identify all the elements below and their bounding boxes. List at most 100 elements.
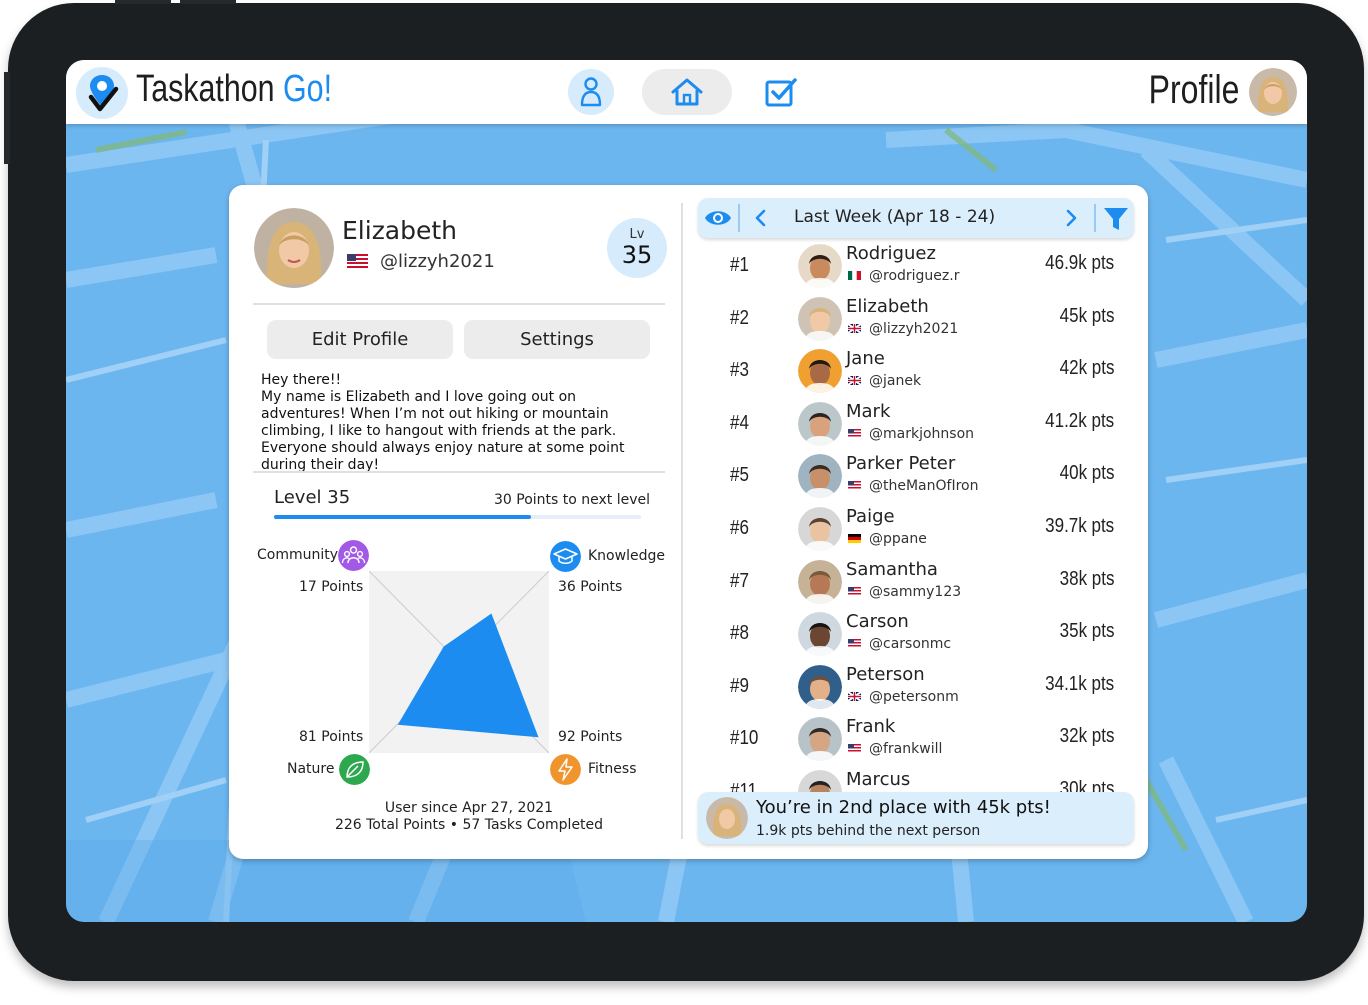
rank-status-text: You’re in 2nd place with 45k pts! — [756, 797, 1051, 818]
uk-flag-icon — [848, 691, 861, 701]
leaderboard-row[interactable]: #9 Peterson @petersonm 34.1k pts — [698, 661, 1134, 713]
leader-name: Parker Peter — [846, 453, 956, 475]
eye-icon[interactable] — [704, 208, 732, 228]
profile-card: Elizabeth @lizzyh2021 Lv 35 Edit Profile… — [229, 185, 1148, 859]
leaderboard-period: Last Week (Apr 18 - 24) — [794, 207, 996, 227]
leader-avatar — [798, 296, 842, 341]
leader-name: Samantha — [846, 558, 938, 580]
level-badge-value: 35 — [621, 241, 653, 269]
us-flag-icon — [848, 428, 861, 438]
leaderboard-header: Last Week (Apr 18 - 24) — [698, 198, 1134, 238]
leaderboard-row[interactable]: #8 Carson @carsonmc 35k pts — [698, 608, 1134, 660]
leader-handle: @janek — [869, 373, 922, 390]
leaderboard-row[interactable]: #6 Paige @ppane 39.7k pts — [698, 503, 1134, 555]
filter-icon[interactable] — [1102, 205, 1130, 233]
user-avatar[interactable] — [1249, 68, 1297, 116]
rank-number: #4 — [730, 411, 749, 434]
rank-number: #5 — [730, 464, 749, 487]
leader-points: 34.1k pts — [1045, 672, 1114, 695]
tablet-button — [115, 0, 171, 4]
leader-points: 42k pts — [1059, 357, 1114, 380]
leader-name: Paige — [846, 506, 895, 527]
top-navigation-bar: Taskathon Go! Profile — [66, 60, 1307, 124]
tablet-side-button — [4, 72, 10, 164]
settings-button[interactable]: Settings — [464, 320, 650, 359]
uk-flag-icon — [848, 376, 861, 386]
leaderboard-row[interactable]: #5 Parker Peter @theManOfIron 40k pts — [698, 450, 1134, 502]
leader-name: Elizabeth — [846, 295, 929, 317]
leader-handle: @frankwill — [869, 741, 943, 758]
us-flag-icon — [848, 586, 861, 596]
level-title: Level 35 — [274, 487, 351, 508]
leader-name: Jane — [846, 348, 885, 370]
leaf-icon — [339, 754, 370, 785]
rank-number: #10 — [730, 727, 759, 750]
rank-number: #9 — [730, 674, 749, 697]
leader-avatar — [798, 612, 842, 657]
total-points-and-tasks: 226 Total Points • 57 Tasks Completed — [334, 817, 604, 833]
leader-points: 35k pts — [1059, 620, 1114, 643]
leader-points: 39.7k pts — [1045, 515, 1114, 537]
rank-number: #6 — [730, 517, 749, 539]
tablet-button — [180, 0, 236, 4]
nature-points: 81 Points — [299, 729, 364, 745]
graduation-cap-icon — [550, 541, 581, 572]
nav-profile-button[interactable] — [568, 69, 614, 115]
leader-name: Peterson — [846, 663, 925, 685]
de-flag-icon — [848, 534, 861, 543]
leaderboard-row[interactable]: #10 Frank @frankwill 32k pts — [698, 713, 1134, 765]
edit-profile-button[interactable]: Edit Profile — [267, 320, 453, 359]
leaderboard-row[interactable]: #2 Elizabeth @lizzyh2021 45k pts — [698, 293, 1134, 345]
profile-handle: @lizzyh2021 — [380, 251, 495, 272]
leaderboard-row[interactable]: #11 Marcus 30k pts — [698, 766, 1134, 795]
leaderboard-row[interactable]: #4 Mark @markjohnson 41.2k pts — [698, 398, 1134, 450]
home-icon — [671, 78, 703, 106]
community-label: Community — [257, 547, 339, 563]
leader-name: Mark — [846, 400, 891, 422]
skill-radar-chart — [369, 571, 549, 753]
nature-label: Nature — [287, 761, 335, 777]
leaderboard-list: #1 Rodriguez @rodriguez.r 46.9k pts #2 Elizab… — [698, 240, 1134, 795]
status-avatar — [706, 797, 748, 839]
rank-number: #7 — [730, 569, 749, 592]
leader-handle: @ppane — [869, 531, 927, 547]
leader-points: 32k pts — [1059, 725, 1114, 748]
divider — [253, 471, 665, 473]
profile-bio: Hey there!! My name is Elizabeth and I l… — [261, 372, 625, 473]
chevron-right-icon[interactable] — [1064, 209, 1078, 227]
leader-points: 45k pts — [1059, 304, 1114, 327]
nav-home-button[interactable] — [642, 69, 732, 115]
leader-points: 38k pts — [1059, 567, 1114, 590]
leaderboard-row[interactable]: #3 Jane @janek 42k pts — [698, 345, 1134, 397]
logo[interactable] — [76, 67, 128, 119]
level-progress-bar — [274, 515, 641, 519]
leaderboard-row[interactable]: #1 Rodriguez @rodriguez.r 46.9k pts — [698, 240, 1134, 292]
header-separator — [738, 204, 740, 232]
us-flag-icon — [848, 639, 861, 649]
location-pin-check-icon — [88, 75, 119, 112]
leader-handle: @sammy123 — [869, 583, 962, 600]
level-progress-fill — [274, 515, 531, 519]
divider — [253, 303, 665, 305]
level-badge-label: Lv — [629, 227, 645, 242]
knowledge-label: Knowledge — [588, 548, 665, 564]
profile-name: Elizabeth — [342, 216, 458, 245]
rank-number: #1 — [730, 254, 749, 276]
app-title-accent: Go! — [283, 68, 333, 110]
leader-avatar — [798, 401, 842, 446]
app-title: Taskathon Go! — [136, 68, 332, 111]
nav-tasks-button[interactable] — [756, 69, 806, 115]
chevron-left-icon[interactable] — [754, 209, 768, 227]
leader-avatar — [798, 244, 842, 288]
lightning-icon — [550, 754, 581, 785]
leader-avatar — [798, 349, 842, 394]
leader-handle: @petersonm — [869, 688, 959, 705]
uk-flag-icon — [848, 323, 861, 333]
leader-name: Rodriguez — [846, 243, 936, 264]
app-title-main: Taskathon — [136, 68, 275, 110]
fitness-points: 92 Points — [558, 729, 623, 745]
leader-points: 46.9k pts — [1045, 252, 1114, 274]
leaderboard-row[interactable]: #7 Samantha @sammy123 38k pts — [698, 556, 1134, 608]
leader-avatar — [798, 507, 842, 551]
leader-handle: @markjohnson — [869, 425, 975, 442]
